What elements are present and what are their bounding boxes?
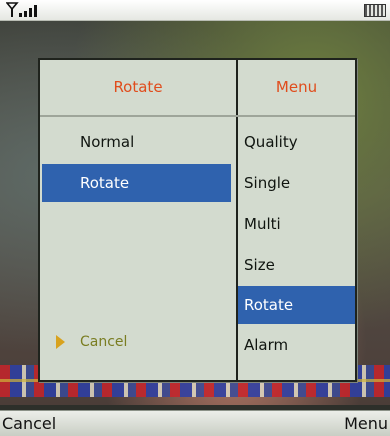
submenu-item-normal[interactable]: Normal bbox=[42, 123, 231, 161]
cancel-softkey[interactable]: Cancel bbox=[2, 414, 56, 433]
cancel-label: Cancel bbox=[80, 334, 128, 350]
status-bar bbox=[0, 0, 390, 21]
header-divider bbox=[40, 115, 355, 117]
menu-item-size[interactable]: Size bbox=[238, 246, 355, 284]
softkey-bar: Cancel Menu bbox=[0, 410, 390, 436]
rotate-submenu-title: Rotate bbox=[113, 78, 163, 96]
menu-item-single[interactable]: Single bbox=[238, 164, 355, 202]
menu-title: Menu bbox=[275, 78, 318, 96]
submenu-item-rotate[interactable]: Rotate bbox=[42, 164, 231, 202]
menu-softkey[interactable]: Menu bbox=[344, 414, 388, 433]
signal-strength-icon bbox=[6, 2, 37, 17]
menu-item-quality[interactable]: Quality bbox=[238, 123, 355, 161]
menu-item-rotate[interactable]: Rotate bbox=[238, 286, 355, 324]
battery-icon bbox=[364, 4, 386, 17]
arrow-right-icon bbox=[56, 335, 65, 349]
submenu-cancel-item[interactable]: Cancel bbox=[42, 323, 231, 361]
menu-item-multi[interactable]: Multi bbox=[238, 205, 355, 243]
rotate-menu-popup: Rotate Menu Normal Rotate Cancel Quality… bbox=[38, 58, 357, 382]
menu-item-alarm[interactable]: Alarm bbox=[238, 326, 355, 364]
